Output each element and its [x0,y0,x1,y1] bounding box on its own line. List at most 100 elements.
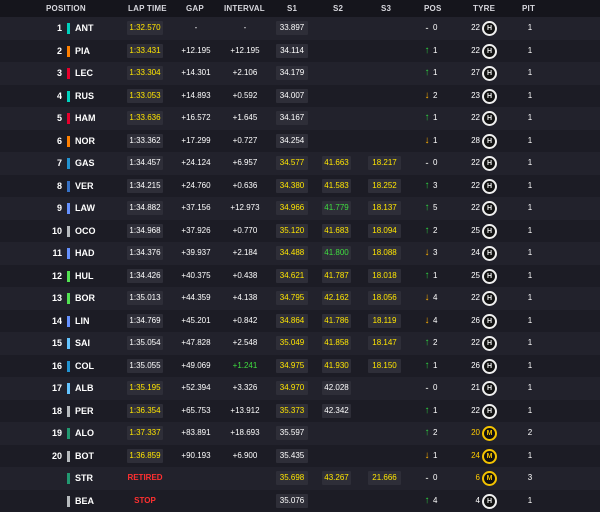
table-row[interactable]: 3LEC1:33.304+14.301+2.10634.179↑127H1 [0,62,600,85]
header-gap: GAP [186,4,204,13]
s1-cell: 34.975 [276,359,308,373]
arrow-up-icon: ↑ [422,360,432,371]
lap-time-cell: 1:32.570 [127,21,163,35]
table-row[interactable]: 19ALO1:37.337+83.891+18.69335.597↑220M2 [0,422,600,445]
tyre-laps: 25 [460,226,480,235]
table-row[interactable]: 18PER1:36.354+65.753+13.91235.37342.342↑… [0,400,600,423]
table-row[interactable]: 17ALB1:35.195+52.394+3.32634.97042.028-0… [0,377,600,400]
hard-tyre-icon: H [482,21,497,36]
table-row[interactable]: 11HAD1:34.376+39.937+2.18434.48841.80018… [0,242,600,265]
gap-cell: +49.069 [176,359,216,373]
table-row[interactable]: 7GAS1:34.457+24.124+6.95734.57741.66318.… [0,152,600,175]
tyre-laps: 22 [460,203,480,212]
table-row[interactable]: 14LIN1:34.769+45.201+0.84234.86441.78618… [0,310,600,333]
interval-cell: +0.727 [225,134,265,148]
s2-cell: 41.930 [322,359,351,373]
table-row[interactable]: STRRETIRED35.69843.26721.666-06M3 [0,467,600,490]
position-number: 17 [40,383,62,393]
table-row[interactable]: 16COL1:35.055+49.069+1.24134.97541.93018… [0,355,600,378]
lap-time-cell: RETIRED [127,471,163,485]
driver-code: BOT [75,451,94,461]
pit-count: 1 [520,91,540,100]
s1-cell: 34.864 [276,314,308,328]
tyre-laps: 4 [460,496,480,505]
gap-cell: - [176,21,216,35]
position-change: 1 [433,271,443,280]
table-row[interactable]: 12HUL1:34.426+40.375+0.43834.62141.78718… [0,265,600,288]
pit-count: 1 [520,203,540,212]
dash-icon: - [422,23,432,33]
table-row[interactable]: 20BOT1:36.859+90.193+6.90035.435↓124M1 [0,445,600,468]
team-color-bar [67,361,70,372]
position-change: 2 [433,338,443,347]
driver-code: LEC [75,68,93,78]
lap-time-cell: 1:36.859 [127,449,163,463]
s1-cell: 34.114 [276,44,308,58]
position-change: 1 [433,451,443,460]
gap-cell: +39.937 [176,246,216,260]
position-number: 16 [40,361,62,371]
position-change: 0 [433,158,443,167]
team-color-bar [67,451,70,462]
pit-count: 1 [520,496,540,505]
s3-cell: 18.119 [368,314,401,328]
arrow-up-icon: ↑ [422,45,432,56]
table-header: POSITION LAP TIME GAP INTERVAL S1 S2 S3 … [0,0,600,18]
lap-time-cell: 1:33.304 [127,66,163,80]
pit-count: 1 [520,293,540,302]
s3-cell: 18.150 [368,359,401,373]
header-lap-time: LAP TIME [128,4,167,13]
arrow-up-icon: ↑ [422,495,432,506]
tyre-laps: 20 [460,428,480,437]
tyre-laps: 22 [460,158,480,167]
table-row[interactable]: 9LAW1:34.882+37.156+12.97334.96641.77918… [0,197,600,220]
s1-cell: 35.373 [276,404,308,418]
table-row[interactable]: BEASTOP35.076↑44H1 [0,490,600,512]
gap-cell: +14.301 [176,66,216,80]
position-change: 2 [433,226,443,235]
arrow-down-icon: ↓ [422,450,432,461]
table-row[interactable]: 8VER1:34.215+24.760+0.63634.38041.58318.… [0,175,600,198]
table-row[interactable]: 2PIA1:33.431+12.195+12.19534.114↑122H1 [0,40,600,63]
driver-code: ALO [75,428,94,438]
driver-code: VER [75,181,94,191]
table-row[interactable]: 10OCO1:34.968+37.926+0.77035.12041.68318… [0,220,600,243]
position-number: 4 [40,91,62,101]
arrow-down-icon: ↓ [422,247,432,258]
driver-code: BEA [75,496,94,506]
pit-count: 1 [520,271,540,280]
s3-cell: 18.147 [368,336,401,350]
driver-code: ANT [75,23,94,33]
interval-cell: +0.592 [225,89,265,103]
header-s3: S3 [381,4,391,13]
tyre-laps: 22 [460,113,480,122]
gap-cell: +83.891 [176,426,216,440]
s2-cell: 41.683 [322,224,351,238]
team-color-bar [67,23,70,34]
lap-time-cell: 1:35.195 [127,381,163,395]
tyre-laps: 24 [460,451,480,460]
gap-cell: +47.828 [176,336,216,350]
table-row[interactable]: 6NOR1:33.362+17.299+0.72734.254↓128H1 [0,130,600,153]
position-change: 0 [433,383,443,392]
lap-time-cell: 1:35.013 [127,291,163,305]
arrow-down-icon: ↓ [422,315,432,326]
table-row[interactable]: 5HAM1:33.636+16.572+1.64534.167↑122H1 [0,107,600,130]
interval-cell: +4.138 [225,291,265,305]
table-row[interactable]: 1ANT1:32.570--33.897-022H1 [0,17,600,40]
table-row[interactable]: 15SAI1:35.054+47.828+2.54835.04941.85818… [0,332,600,355]
driver-code: STR [75,473,93,483]
table-row[interactable]: 4RUS1:33.053+14.893+0.59234.007↓223H1 [0,85,600,108]
s1-cell: 34.007 [276,89,308,103]
table-row[interactable]: 13BOR1:35.013+44.359+4.13834.79542.16218… [0,287,600,310]
gap-cell: +12.195 [176,44,216,58]
arrow-down-icon: ↓ [422,292,432,303]
s1-cell: 34.179 [276,66,308,80]
header-pit: PIT [522,4,535,13]
hard-tyre-icon: H [482,359,497,374]
position-change: 1 [433,68,443,77]
s1-cell: 35.049 [276,336,308,350]
s3-cell: 18.217 [368,156,401,170]
gap-cell [176,494,216,508]
gap-cell: +14.893 [176,89,216,103]
